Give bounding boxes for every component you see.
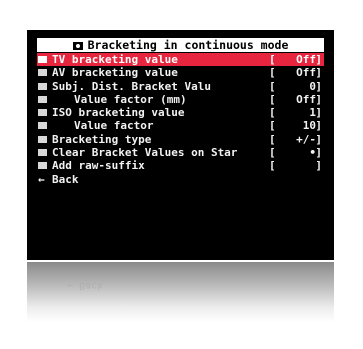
value-bracket-close: ] (315, 92, 322, 106)
menu-item-label: Subj. Dist. Bracket Valu (52, 79, 211, 93)
menu-item-clear-bracket-values[interactable]: Clear Bracket Values on Star [ • ] (37, 146, 324, 159)
value-bracket-close: ] (315, 119, 322, 133)
menu-item-value: 10 (302, 119, 316, 133)
value-bracket-close: ] (315, 66, 322, 80)
value-bracket-close: ] (315, 132, 322, 146)
menu-item-label: Add raw-suffix (52, 159, 145, 173)
menu-item-value: Off (296, 92, 316, 106)
value-bracket-open: [ (269, 159, 276, 173)
iso-icon (38, 109, 47, 117)
bracketing-type-icon (38, 135, 47, 143)
menu-item-distance-value-factor[interactable]: Value factor (mm) [ Off ] (37, 93, 324, 106)
menu-item-av-bracketing[interactable]: AV bracketing value [ Off ] (37, 66, 324, 79)
menu-item-label: AV bracketing value (52, 66, 178, 80)
menu-title: Bracketing in continuous mode (87, 38, 289, 52)
av-mode-icon (38, 69, 47, 77)
checkbox-icon (38, 149, 47, 157)
value-bracket-open: [ (269, 66, 276, 80)
value-bracket-close: ] (315, 79, 322, 93)
menu-item-back[interactable]: ← Back (37, 173, 324, 186)
menu-item-label: Bracketing type (52, 132, 152, 146)
list-icon (38, 95, 47, 103)
list-icon (38, 122, 47, 130)
menu-title-bar: Bracketing in continuous mode (37, 38, 324, 52)
value-bracket-open: [ (269, 146, 276, 160)
value-bracket-open: [ (269, 106, 276, 120)
value-bracket-close: ] (315, 159, 322, 173)
value-bracket-open: [ (269, 119, 276, 133)
value-bracket-close: ] (315, 106, 322, 120)
reflection-ghost-text: ← Back (67, 280, 104, 291)
camera-menu-screen: Bracketing in continuous mode TV bracket… (27, 30, 334, 260)
screen-reflection: ← Back (27, 262, 334, 322)
value-bracket-open: [ (269, 92, 276, 106)
value-bracket-open: [ (269, 132, 276, 146)
menu-list: TV bracketing value [ Off ] AV bracketin… (37, 53, 324, 186)
menu-item-label: Value factor (mm) (74, 92, 187, 106)
menu-item-label: Back (52, 172, 79, 186)
checkbox-icon (38, 162, 47, 170)
value-bracket-open: [ (269, 79, 276, 93)
menu-item-label: ISO bracketing value (52, 106, 185, 120)
menu-item-iso-bracketing[interactable]: ISO bracketing value [ 1 ] (37, 106, 324, 119)
menu-item-tv-bracketing[interactable]: TV bracketing value [ Off ] (37, 53, 324, 67)
tv-mode-icon (38, 56, 47, 63)
menu-item-label: TV bracketing value (52, 53, 178, 66)
value-bracket-open: [ (269, 53, 276, 66)
bracketing-icon (72, 42, 83, 50)
focus-distance-icon (38, 82, 47, 90)
value-bracket-close: ] (315, 146, 322, 160)
menu-item-label: Value factor (74, 119, 154, 133)
back-arrow-icon: ← (38, 172, 45, 186)
menu-item-add-raw-suffix[interactable]: Add raw-suffix [ ] (37, 159, 324, 172)
value-bracket-close: ] (315, 53, 322, 66)
menu-item-label: Clear Bracket Values on Star (52, 146, 238, 160)
menu-item-iso-value-factor[interactable]: Value factor [ 10 ] (37, 119, 324, 132)
menu-item-bracketing-type[interactable]: Bracketing type [ +/- ] (37, 133, 324, 146)
menu-item-value: Off (296, 66, 316, 80)
menu-item-value: Off (296, 53, 316, 66)
menu-item-value: +/- (296, 132, 316, 146)
menu-item-subject-distance-bracket[interactable]: Subj. Dist. Bracket Valu [ 0 ] (37, 80, 324, 93)
